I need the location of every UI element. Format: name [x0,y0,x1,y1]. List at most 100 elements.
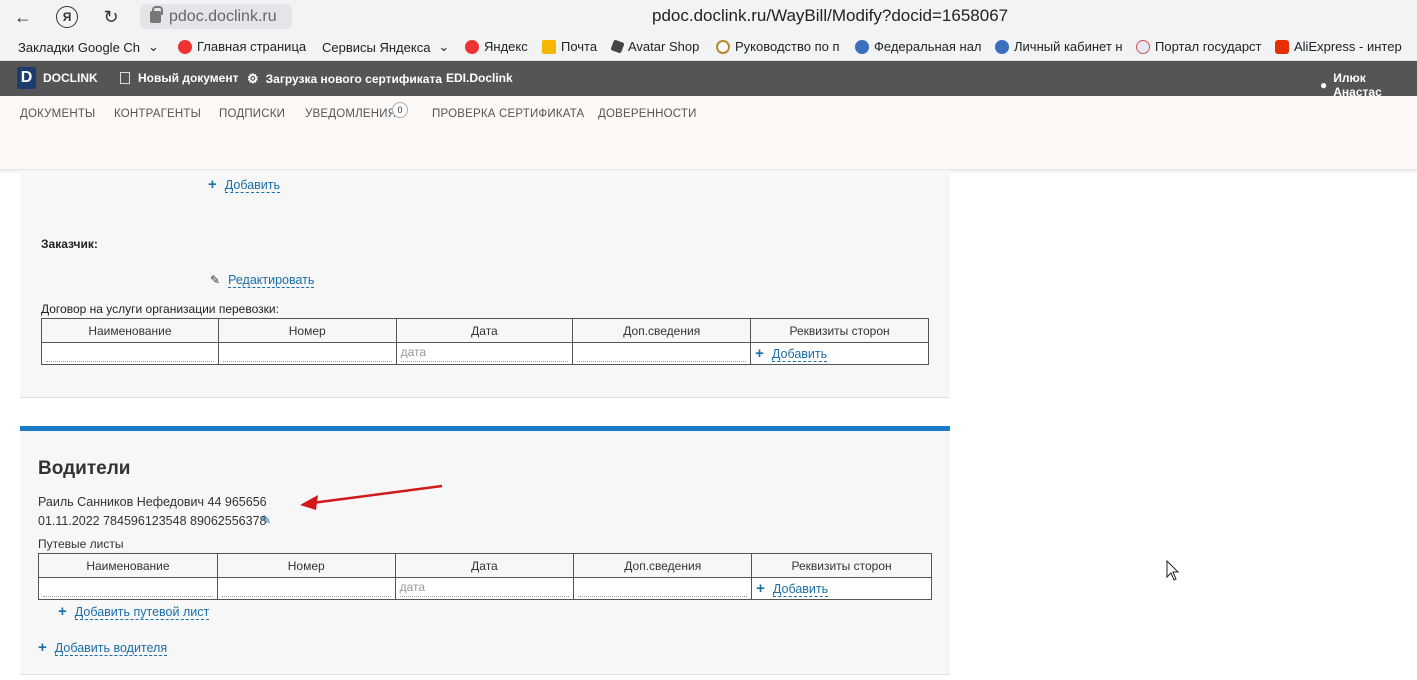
bookmark-label: Портал государст [1155,39,1262,54]
upload-certificate-link[interactable]: ⚙ Загрузка нового сертификата [247,71,442,87]
add-driver-link[interactable]: + Добавить водителя [38,639,168,656]
url-text[interactable]: pdoc.doclink.ru/WayBill/Modify?docid=165… [652,6,1008,26]
table-row: дата + Добавить [41,342,929,365]
mouse-cursor-icon [1166,560,1180,581]
column-header: Дата [395,318,574,343]
edit-customer-link[interactable]: ✎ Редактировать [210,272,315,288]
avatar-shop-icon [610,39,625,54]
column-header: Доп.сведения [572,318,752,343]
info-cell[interactable] [573,577,753,600]
waybills-table: Наименование Номер Дата Доп.сведения Рек… [38,553,932,600]
user-menu[interactable]: ● Илюк Анастас [1320,71,1417,99]
column-header: Реквизиты сторон [751,553,932,578]
requisites-cell[interactable]: + Добавить [750,342,929,365]
gosuslugi-favicon-icon [1136,39,1150,54]
bookmark-label: Личный кабинет н [1014,39,1123,54]
bookmark-label: Яндекс [484,39,528,54]
add-driver-label: Добавить водителя [54,641,168,656]
bookmark-item[interactable]: Сервисы Яндекса ⌄ [322,39,449,55]
menu-subscriptions[interactable]: ПОДПИСКИ [219,108,285,120]
bookmark-label: Федеральная нал [874,39,982,54]
add-requisites-link[interactable]: Добавить [771,347,828,362]
column-header: Наименование [41,318,219,343]
back-arrow-icon[interactable]: ← [12,6,34,28]
new-document-link[interactable]: Новый документ [120,71,238,85]
date-placeholder: дата [399,580,570,597]
pencil-icon: ✎ [210,273,221,287]
column-header: Наименование [38,553,218,578]
column-header: Номер [216,553,396,578]
menu-documents[interactable]: ДОКУМЕНТЫ [20,108,95,120]
info-cell[interactable] [572,342,752,365]
lock-icon [150,5,163,23]
number-cell[interactable] [217,342,397,365]
waybills-label: Путевые листы [38,537,124,551]
contract-label: Договор на услуги организации перевозки: [41,302,279,316]
add-link[interactable]: + Добавить [208,176,281,193]
annotation-arrow [300,484,443,510]
yandex-favicon-icon [178,39,192,54]
drivers-title: Водители [38,458,131,479]
mail-icon [542,39,556,54]
date-cell[interactable]: дата [395,342,574,365]
name-cell[interactable] [41,342,219,365]
chevron-down-icon: ⌄ [438,39,450,54]
bookmark-item[interactable]: Главная страница [178,39,306,54]
add-requisites-link[interactable]: Добавить [772,582,829,597]
main-menu: ДОКУМЕНТЫ КОНТРАГЕНТЫ ПОДПИСКИ УВЕДОМЛЕН… [0,96,1417,170]
menu-cert-check[interactable]: ПРОВЕРКА СЕРТИФИКАТА [432,108,584,120]
bookmark-label: Закладки Google Ch [18,39,141,55]
doclink-logo[interactable]: D [17,67,36,89]
driver-line-2: 01.11.2022 784596123548 89062556378 [38,514,267,528]
date-cell[interactable]: дата [394,577,575,600]
bookmark-label: Avatar Shop [628,39,700,54]
bookmark-label: Главная страница [197,39,307,54]
reload-icon[interactable]: ↻ [100,6,122,28]
bookmark-item[interactable]: Портал государст [1136,39,1262,54]
menu-contractors[interactable]: КОНТРАГЕНТЫ [114,108,201,120]
menu-notifications[interactable]: УВЕДОМЛЕНИЯ [305,108,396,120]
gear-icon: ⚙ [247,71,259,86]
bookmark-item[interactable]: Федеральная нал [855,39,982,54]
edit-driver-pencil-icon[interactable]: ✎ [261,513,271,527]
plus-icon: + [58,603,67,620]
upload-certificate-label: Загрузка нового сертификата [265,72,443,86]
edi-link[interactable]: EDI.Doclink [446,71,513,85]
number-cell[interactable] [216,577,396,600]
tax-favicon-icon [855,39,869,54]
bookmark-item[interactable]: AliExpress - интер [1275,39,1402,54]
table-header-row: Наименование Номер Дата Доп.сведения Рек… [41,318,929,343]
bookmark-item[interactable]: Avatar Shop [610,39,700,54]
edit-link-label: Редактировать [228,273,315,288]
document-icon [120,72,130,84]
driver-line-1: Раиль Санников Нефедович 44 965656 [38,495,267,509]
gear-favicon-icon [716,39,730,54]
plus-icon: + [208,176,217,193]
requisites-cell[interactable]: + Добавить [751,577,932,600]
name-cell[interactable] [38,577,218,600]
menu-trust[interactable]: ДОВЕРЕННОСТИ [598,108,697,120]
column-header: Дата [394,553,575,578]
add-waybill-label: Добавить путевой лист [74,605,210,620]
bookmark-item[interactable]: Закладки Google Ch ⌄ [18,39,159,55]
bookmarks-bar: Закладки Google Ch ⌄ Главная страница Сер… [0,34,1417,61]
chevron-down-icon: ⌄ [148,39,159,54]
bookmark-label: AliExpress - интер [1294,39,1402,54]
customer-label: Заказчик: [41,237,98,251]
domain-chip[interactable]: pdoc.doclink.ru [140,4,292,29]
cabinet-favicon-icon [995,39,1009,54]
add-link-label: Добавить [224,178,281,193]
plus-icon: + [756,580,765,597]
brand-name[interactable]: DOCLINK [43,71,98,85]
column-header: Реквизиты сторон [750,318,929,343]
bookmark-item[interactable]: Руководство по п [716,39,840,54]
table-header-row: Наименование Номер Дата Доп.сведения Рек… [38,553,932,578]
yandex-icon[interactable]: Я [56,6,78,28]
bookmark-item[interactable]: Яндекс [465,39,528,54]
bookmark-item[interactable]: Личный кабинет н [995,39,1123,54]
bookmark-item[interactable]: Почта [542,39,597,54]
add-waybill-link[interactable]: + Добавить путевой лист [58,603,210,620]
date-placeholder: дата [400,345,569,362]
bookmark-label: Руководство по п [735,39,840,54]
notification-count-badge: 0 [392,102,408,118]
